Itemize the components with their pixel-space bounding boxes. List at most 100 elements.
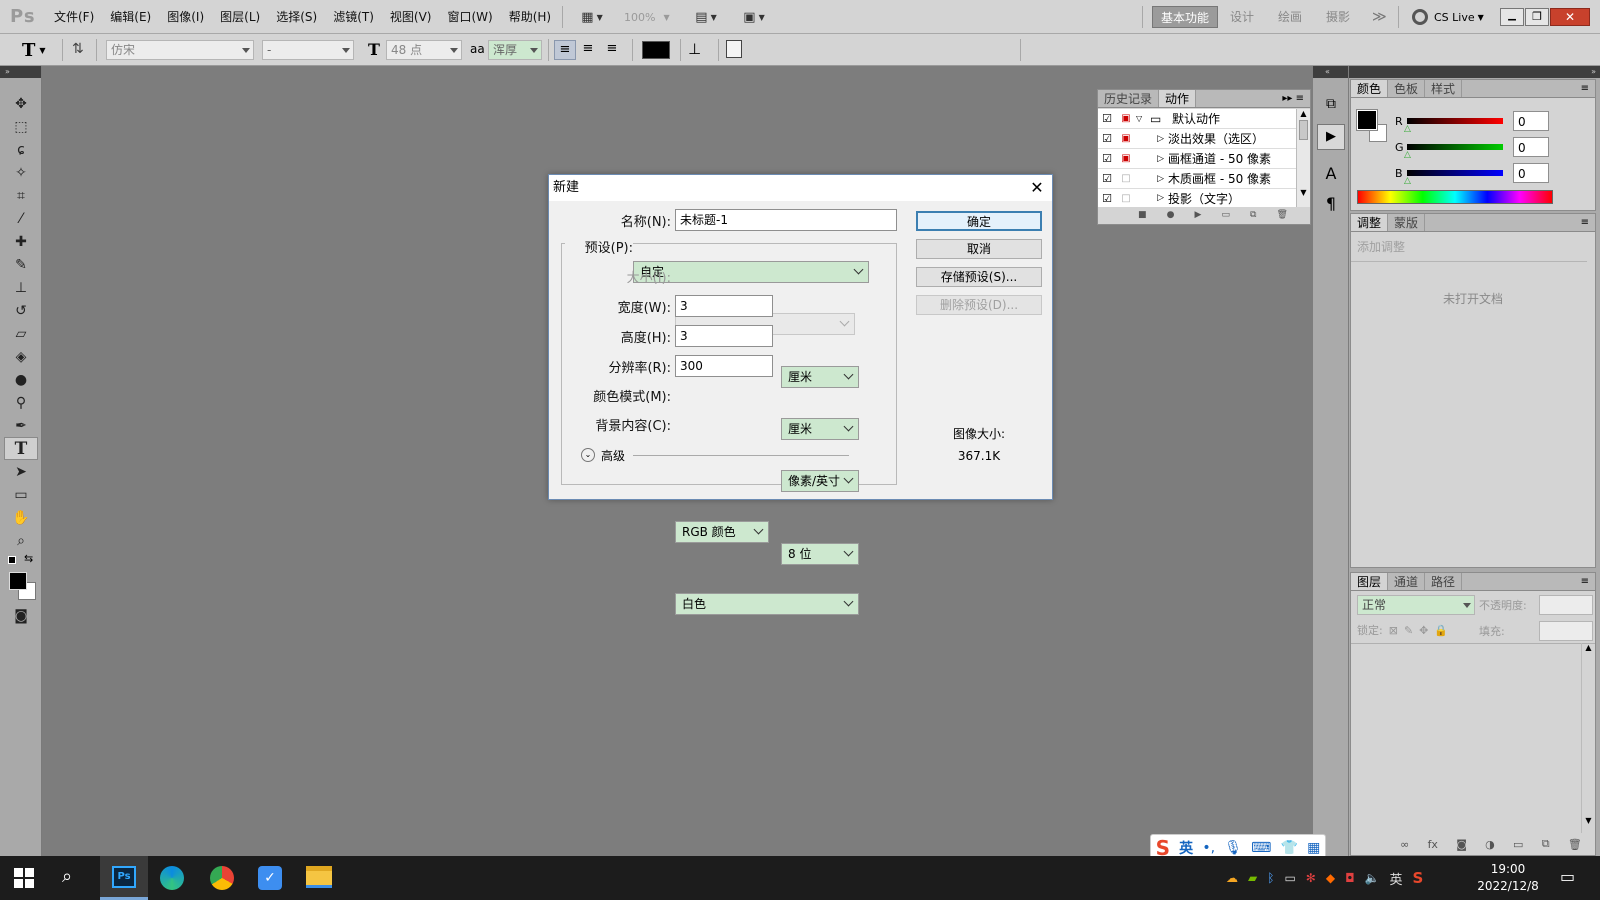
workspace-more-button[interactable]: ≫ <box>1364 6 1395 28</box>
fill-input[interactable] <box>1539 621 1593 641</box>
lasso-tool-icon[interactable]: ɕ <box>4 138 38 161</box>
workspace-design[interactable]: 设计 <box>1222 6 1262 28</box>
brush-tool-icon[interactable]: ✎ <box>4 253 38 276</box>
list-item[interactable]: ☑ □ ▷ 投影（文字） <box>1098 189 1296 207</box>
panel-menu-icon[interactable]: ≡ <box>1575 573 1595 590</box>
warp-text-icon[interactable]: ⊥ <box>688 40 701 58</box>
history-brush-tool-icon[interactable]: ↺ <box>4 299 38 322</box>
list-item[interactable]: ☑ ▣ ▽ ▭ 默认动作 <box>1098 109 1296 129</box>
tab-history[interactable]: 历史记录 <box>1098 90 1160 107</box>
tab-channels[interactable]: 通道 <box>1388 573 1426 590</box>
zoom-level-dropdown[interactable]: 100% ▼ <box>624 5 670 29</box>
delete-layer-icon[interactable]: 🗑 <box>1568 838 1582 851</box>
scroll-down-icon[interactable]: ▼ <box>1297 188 1310 197</box>
edge-icon[interactable] <box>160 866 184 890</box>
record-icon[interactable]: ● <box>1167 210 1175 220</box>
workspace-basic[interactable]: 基本功能 <box>1152 6 1219 28</box>
dialog-toggle-icon[interactable]: □ <box>1116 193 1136 204</box>
ime-lang-toggle[interactable]: 英 <box>1179 838 1193 858</box>
list-item[interactable]: ☑ □ ▷ 木质画框 - 50 像素 <box>1098 169 1296 189</box>
height-input[interactable]: 3 <box>675 325 773 347</box>
opacity-input[interactable] <box>1539 595 1593 615</box>
cancel-button[interactable]: 取消 <box>916 239 1042 259</box>
menu-view[interactable]: 视图(V) <box>382 0 440 34</box>
tab-masks[interactable]: 蒙版 <box>1388 214 1426 231</box>
background-dropdown[interactable]: 白色 <box>675 593 859 615</box>
lock-transparent-icon[interactable]: ⊠ <box>1389 624 1398 637</box>
workspace-photography[interactable]: 摄影 <box>1318 6 1358 28</box>
menu-select[interactable]: 选择(S) <box>268 0 325 34</box>
input-lang-indicator[interactable]: 英 <box>1390 869 1403 888</box>
cloud-icon[interactable]: ☁ <box>1226 871 1238 885</box>
chrome-icon[interactable] <box>210 866 234 890</box>
dialog-toggle-icon[interactable]: □ <box>1116 173 1136 184</box>
color-spectrum-bar[interactable] <box>1357 190 1553 204</box>
nvidia-icon[interactable]: ▰ <box>1248 871 1257 885</box>
punctuation-icon[interactable]: •, <box>1202 840 1215 856</box>
slider-thumb-icon[interactable]: △ <box>1404 124 1411 134</box>
character-panel-icon[interactable] <box>726 40 742 58</box>
zoom-tool-icon[interactable]: ⌕ <box>4 529 38 552</box>
quick-select-tool-icon[interactable]: ✧ <box>4 161 38 184</box>
blue-value-input[interactable]: 0 <box>1513 163 1549 183</box>
list-item[interactable]: ☑ ▣ ▷ 淡出效果（选区） <box>1098 129 1296 149</box>
rectangle-tool-icon[interactable]: ▭ <box>4 483 38 506</box>
expand-icon[interactable]: ⌄ <box>581 448 595 462</box>
feishu-icon[interactable]: ✓ <box>258 866 282 890</box>
ok-button[interactable]: 确定 <box>916 211 1042 231</box>
swap-colors-icon[interactable]: ⇆ <box>24 552 33 565</box>
tab-swatches[interactable]: 色板 <box>1388 80 1426 97</box>
align-right-icon[interactable]: ≡ <box>600 40 624 60</box>
tab-actions[interactable]: 动作 <box>1159 90 1197 107</box>
tab-styles[interactable]: 样式 <box>1425 80 1463 97</box>
slider-thumb-icon[interactable]: △ <box>1404 176 1411 186</box>
lock-all-icon[interactable]: 🔒 <box>1434 624 1448 637</box>
cs-live-button[interactable]: CS Live ▼ <box>1412 8 1484 26</box>
sogou-tray-icon[interactable]: S <box>1413 869 1424 887</box>
dodge-tool-icon[interactable]: ⚲ <box>4 391 38 414</box>
windows-start-icon[interactable] <box>14 868 34 888</box>
layer-style-icon[interactable]: fx <box>1428 838 1438 851</box>
resolution-unit-dropdown[interactable]: 像素/英寸 <box>781 470 859 492</box>
green-value-input[interactable]: 0 <box>1513 137 1549 157</box>
anti-alias-dropdown[interactable]: 浑厚 <box>488 40 542 60</box>
chevron-right-icon[interactable]: ▷ <box>1136 174 1168 184</box>
tab-color[interactable]: 颜色 <box>1351 80 1389 97</box>
height-unit-dropdown[interactable]: 厘米 <box>781 418 859 440</box>
scroll-thumb[interactable] <box>1299 120 1308 140</box>
taskbar-photoshop[interactable]: Ps <box>100 856 148 900</box>
dialog-toggle-icon[interactable]: ▣ <box>1116 133 1136 144</box>
list-item[interactable]: ☑ ▣ ▷ 画框通道 - 50 像素 <box>1098 149 1296 169</box>
notification-icon[interactable]: ▭ <box>1560 867 1575 886</box>
panel-menu-icon[interactable]: ▸▸ ≡ <box>1276 90 1310 107</box>
resolution-input[interactable]: 300 <box>675 355 773 377</box>
tab-paths[interactable]: 路径 <box>1425 573 1463 590</box>
menu-filter[interactable]: 滤镜(T) <box>325 0 382 34</box>
checkbox-icon[interactable]: ☑ <box>1098 112 1116 125</box>
eraser-tool-icon[interactable]: ▱ <box>4 322 38 345</box>
character-panel-icon[interactable]: A <box>1319 164 1343 188</box>
arrange-documents-button[interactable]: ▤ ▼ <box>688 5 724 29</box>
text-color-swatch[interactable] <box>642 41 670 59</box>
red-value-input[interactable]: 0 <box>1513 111 1549 131</box>
app-tray-icon[interactable]: ◆ <box>1326 871 1335 885</box>
menu-layer[interactable]: 图层(L) <box>212 0 268 34</box>
toolbox-icon[interactable]: ▦ <box>1307 840 1320 856</box>
path-select-tool-icon[interactable]: ➤ <box>4 460 38 483</box>
foreground-color-swatch[interactable] <box>9 572 27 590</box>
type-tool-icon[interactable]: T <box>4 437 38 460</box>
security-icon[interactable]: ✻ <box>1306 871 1316 885</box>
menu-window[interactable]: 窗口(W) <box>439 0 500 34</box>
width-input[interactable]: 3 <box>675 295 773 317</box>
layers-scrollbar[interactable]: ▲ ▼ <box>1581 643 1595 833</box>
delete-preset-button[interactable]: 删除预设(D)... <box>916 295 1042 315</box>
dialog-toggle-icon[interactable]: ▣ <box>1116 153 1136 164</box>
new-action-icon[interactable]: ⧉ <box>1250 210 1256 220</box>
history-panel-icon[interactable]: ⧉ <box>1319 96 1343 118</box>
width-unit-dropdown[interactable]: 厘米 <box>781 366 859 388</box>
checkbox-icon[interactable]: ☑ <box>1098 192 1116 205</box>
lock-paint-icon[interactable]: ✎ <box>1404 624 1413 637</box>
microphone-icon[interactable]: 🎙 <box>1224 840 1242 856</box>
new-layer-icon[interactable]: ⧉ <box>1542 837 1550 851</box>
menu-file[interactable]: 文件(F) <box>46 0 102 34</box>
